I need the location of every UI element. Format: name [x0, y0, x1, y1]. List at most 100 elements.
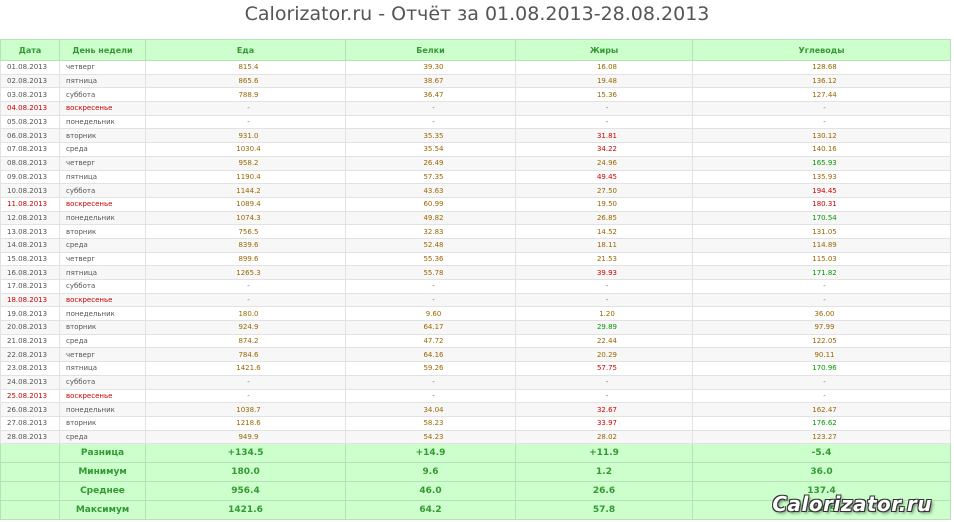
cell-fat: - — [515, 292, 693, 308]
cell-food: 1030.4 — [145, 142, 346, 157]
table-row: 04.08.2013 воскресенье - - - - — [0, 101, 951, 116]
cell-fat: 14.52 — [515, 224, 693, 239]
cell-food: 839.6 — [145, 237, 346, 253]
cell-weekday: суббота — [59, 374, 146, 390]
summary-spacer — [0, 481, 60, 502]
cell-carbs: 140.16 — [692, 142, 951, 157]
cell-food: - — [145, 279, 346, 294]
cell-fat: 1.20 — [515, 306, 693, 322]
cell-date: 07.08.2013 — [0, 142, 60, 157]
cell-protein: - — [345, 114, 516, 130]
table-row: 24.08.2013 суббота - - - - — [0, 374, 951, 390]
cell-carbs: 171.82 — [692, 265, 951, 280]
cell-carbs: 115.03 — [692, 251, 951, 267]
cell-protein: 60.99 — [345, 196, 516, 212]
summary-label: Максимум — [59, 500, 146, 521]
cell-weekday: вторник — [59, 224, 146, 239]
cell-food: 1074.3 — [145, 210, 346, 226]
summary-spacer — [0, 500, 60, 521]
cell-date: 25.08.2013 — [0, 388, 60, 404]
cell-food: 931.0 — [145, 128, 346, 144]
cell-protein: 36.47 — [345, 87, 516, 103]
cell-weekday: суббота — [59, 87, 146, 103]
cell-protein: 64.17 — [345, 320, 516, 335]
cell-weekday: среда — [59, 142, 146, 157]
table-row: 05.08.2013 понедельник - - - - — [0, 114, 951, 130]
summary-row: Минимум 180.0 9.6 1.2 36.0 — [0, 462, 951, 483]
cell-weekday: вторник — [59, 415, 146, 431]
summary-food: 180.0 — [145, 462, 346, 483]
cell-fat: 29.89 — [515, 320, 693, 335]
cell-carbs: - — [692, 279, 951, 294]
cell-weekday: среда — [59, 429, 146, 445]
table-row: 07.08.2013 среда 1030.4 35.54 34.22 140.16 — [0, 142, 951, 157]
table-row: 19.08.2013 понедельник 180.0 9.60 1.20 36.00 — [0, 306, 951, 322]
cell-carbs: 176.62 — [692, 415, 951, 431]
cell-carbs: - — [692, 292, 951, 308]
cell-protein: 49.82 — [345, 210, 516, 226]
cell-carbs: 162.47 — [692, 402, 951, 417]
cell-fat: 34.22 — [515, 142, 693, 157]
table-row: 26.08.2013 понедельник 1038.7 34.04 32.67 162… — [0, 402, 951, 417]
cell-weekday: пятница — [59, 265, 146, 280]
cell-protein: 35.35 — [345, 128, 516, 144]
table-row: 08.08.2013 четверг 958.2 26.49 24.96 165.93 — [0, 155, 951, 171]
cell-food: 788.9 — [145, 87, 346, 103]
cell-date: 15.08.2013 — [0, 251, 60, 267]
table-row: 02.08.2013 пятница 865.6 38.67 19.48 136.12 — [0, 73, 951, 89]
cell-fat: 28.02 — [515, 429, 693, 445]
cell-weekday: пятница — [59, 73, 146, 89]
watermark-logo: Calorizator.ru — [772, 492, 932, 516]
cell-date: 06.08.2013 — [0, 128, 60, 144]
summary-food: 956.4 — [145, 481, 346, 502]
cell-carbs: 170.96 — [692, 361, 951, 376]
cell-fat: 32.67 — [515, 402, 693, 417]
cell-date: 08.08.2013 — [0, 155, 60, 171]
cell-protein: 32.83 — [345, 224, 516, 239]
cell-weekday: вторник — [59, 128, 146, 144]
cell-protein: 58.23 — [345, 415, 516, 431]
cell-weekday: воскресенье — [59, 388, 146, 404]
cell-protein: 35.54 — [345, 142, 516, 157]
cell-date: 01.08.2013 — [0, 60, 60, 75]
cell-carbs: 127.44 — [692, 87, 951, 103]
cell-carbs: 165.93 — [692, 155, 951, 171]
daily-rows: 01.08.2013 четверг 815.4 39.30 16.08 128.68 02… — [0, 60, 951, 445]
summary-protein: 9.6 — [345, 462, 516, 483]
cell-weekday: среда — [59, 333, 146, 349]
cell-weekday: пятница — [59, 169, 146, 185]
cell-carbs: 194.45 — [692, 183, 951, 198]
cell-carbs: 114.89 — [692, 237, 951, 253]
cell-weekday: пятница — [59, 361, 146, 376]
cell-weekday: среда — [59, 237, 146, 253]
cell-date: 11.08.2013 — [0, 196, 60, 212]
cell-fat: 39.93 — [515, 265, 693, 280]
summary-carbs: 36.0 — [692, 462, 951, 483]
summary-fat: +11.9 — [515, 443, 693, 464]
cell-date: 05.08.2013 — [0, 114, 60, 130]
cell-carbs: 123.27 — [692, 429, 951, 445]
cell-protein: 59.26 — [345, 361, 516, 376]
cell-date: 26.08.2013 — [0, 402, 60, 417]
cell-protein: 52.48 — [345, 237, 516, 253]
cell-carbs: 130.12 — [692, 128, 951, 144]
table-row: 03.08.2013 суббота 788.9 36.47 15.36 127.44 — [0, 87, 951, 103]
cell-protein: - — [345, 374, 516, 390]
cell-fat: 26.85 — [515, 210, 693, 226]
cell-date: 28.08.2013 — [0, 429, 60, 445]
cell-fat: 20.29 — [515, 347, 693, 363]
cell-food: 1218.6 — [145, 415, 346, 431]
summary-protein: 64.2 — [345, 500, 516, 521]
cell-protein: 57.35 — [345, 169, 516, 185]
table-row: 12.08.2013 понедельник 1074.3 49.82 26.85 170… — [0, 210, 951, 226]
cell-protein: 55.78 — [345, 265, 516, 280]
summary-fat: 26.6 — [515, 481, 693, 502]
cell-fat: 24.96 — [515, 155, 693, 171]
cell-weekday: четверг — [59, 251, 146, 267]
cell-date: 03.08.2013 — [0, 87, 60, 103]
table-row: 17.08.2013 суббота - - - - — [0, 279, 951, 294]
summary-row: Разница +134.5 +14.9 +11.9 -5.4 — [0, 443, 951, 464]
cell-carbs: 36.00 — [692, 306, 951, 322]
cell-protein: 26.49 — [345, 155, 516, 171]
cell-carbs: 97.99 — [692, 320, 951, 335]
